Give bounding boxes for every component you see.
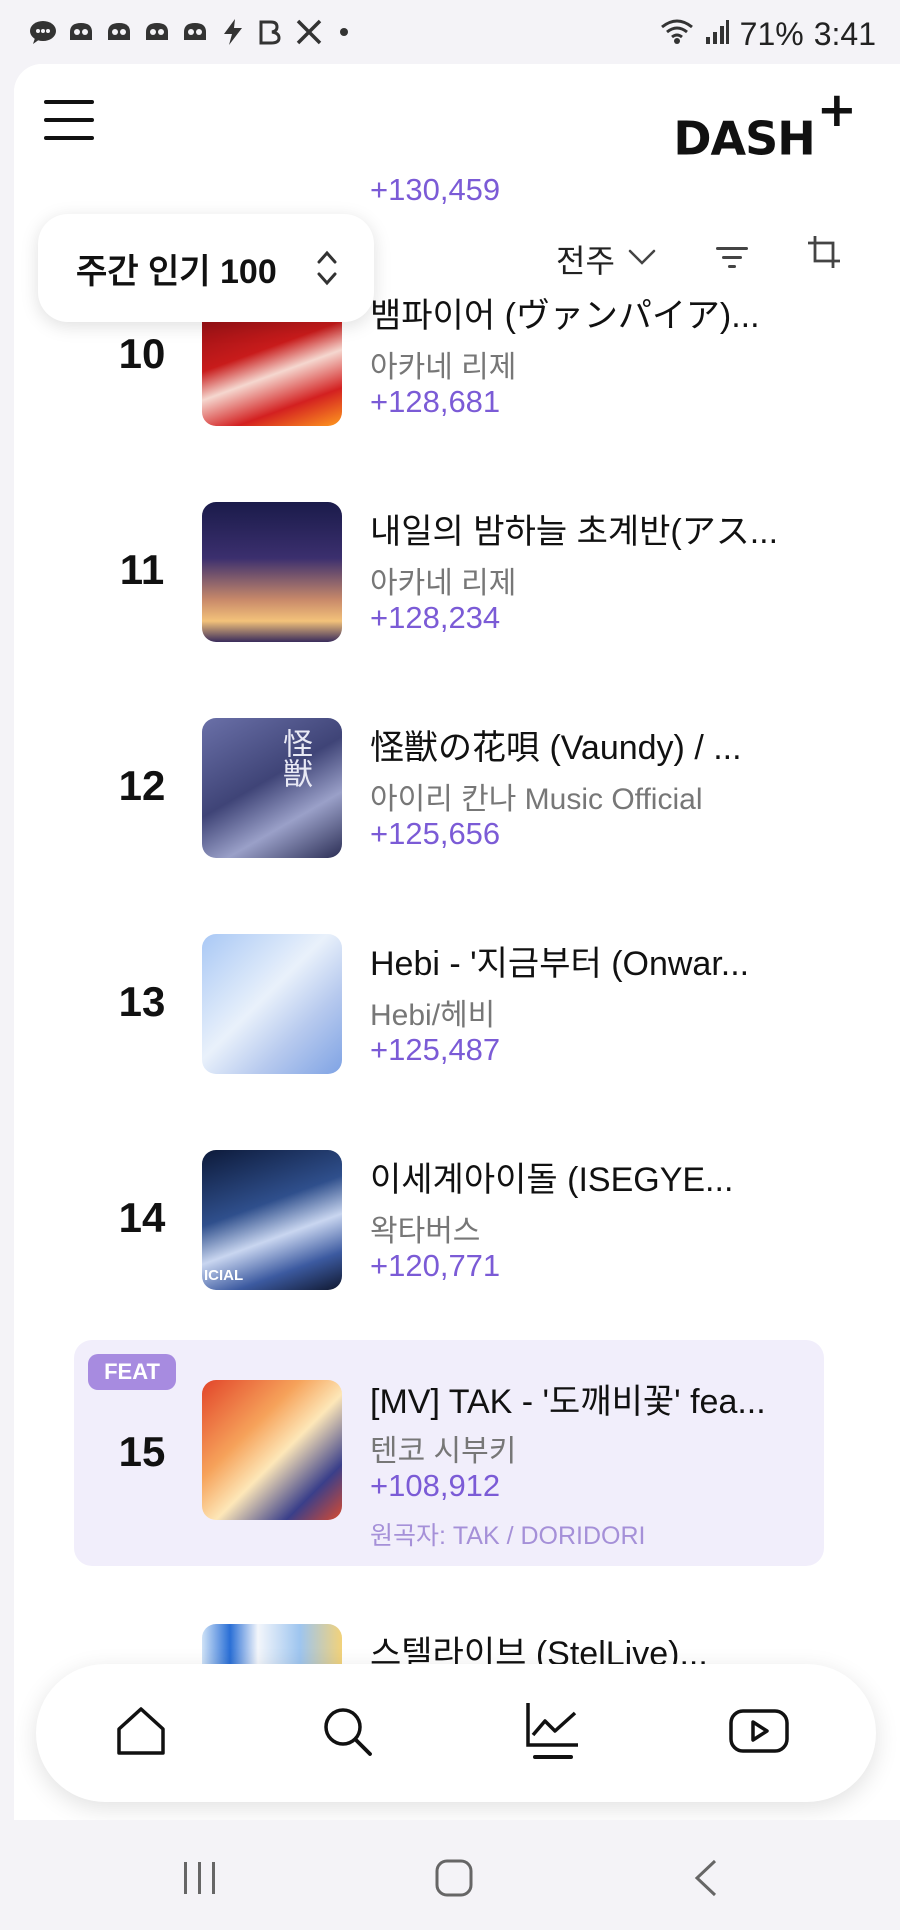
sort-updown-icon xyxy=(314,246,340,295)
recent-apps-button[interactable] xyxy=(170,1850,230,1910)
chart-type-dropdown[interactable]: 주간 인기 100 xyxy=(38,214,374,322)
view-count: +125,487 xyxy=(370,1032,501,1067)
bottom-navigation xyxy=(36,1664,876,1802)
thumbnail xyxy=(202,1380,342,1520)
notification-icons xyxy=(28,18,348,46)
view-count: +128,681 xyxy=(370,384,501,419)
artist-name: 아카네 리제 xyxy=(370,567,517,600)
artist-name: 아이리 칸나 Music Official xyxy=(370,783,703,816)
view-count: +120,771 xyxy=(370,1248,501,1283)
rank-number: 11 xyxy=(119,546,165,593)
filter-button[interactable] xyxy=(714,244,750,277)
system-navigation-bar xyxy=(0,1820,900,1930)
artist-name: Hebi/헤비 xyxy=(370,999,496,1032)
thumbnail xyxy=(202,934,342,1074)
rank-number: 15 xyxy=(118,1428,166,1475)
app-notification-icon xyxy=(180,18,210,46)
recent-apps-icon xyxy=(180,1860,220,1901)
back-button[interactable] xyxy=(676,1850,736,1910)
list-item[interactable]: 12 怪獣 怪獣の花唄 (Vaundy) / ... 아이리 칸나 Music … xyxy=(14,710,900,860)
song-title: 내일의 밤하늘 초계반(アス... xyxy=(370,513,779,551)
thumbnail-text: 怪獣 xyxy=(277,728,312,788)
rank-number: 10 xyxy=(118,330,166,377)
lightning-icon xyxy=(218,18,248,46)
home-square-icon xyxy=(434,1858,474,1903)
status-bar: 71% 3:41 xyxy=(0,0,900,64)
app-notification-icon xyxy=(142,18,172,46)
app-logo[interactable]: DASH+ xyxy=(673,82,857,165)
period-dropdown[interactable]: 전주 xyxy=(556,236,657,282)
view-count: +128,234 xyxy=(370,600,501,635)
filter-icon xyxy=(714,247,750,276)
song-title: Hebi - '지금부터 (Onwar... xyxy=(370,945,750,983)
app-window: +130,459 10 뱀파이어 (ヴァンパイア)... 아카네 리제 +128… xyxy=(14,64,900,1820)
list-item[interactable]: 11 내일의 밤하늘 초계반(アス... 아카네 리제 +128,234 xyxy=(14,494,900,644)
home-icon xyxy=(113,1703,169,1764)
menu-button[interactable] xyxy=(44,100,96,140)
chat-icon xyxy=(28,18,58,46)
hamburger-icon xyxy=(44,100,94,104)
wifi-icon xyxy=(660,16,694,53)
chevron-down-icon xyxy=(627,247,657,272)
crop-button[interactable] xyxy=(806,234,842,275)
chart-icon xyxy=(523,1699,583,1768)
back-icon xyxy=(691,1858,721,1903)
clock: 3:41 xyxy=(813,16,876,52)
status-right: 71% 3:41 xyxy=(660,16,876,53)
thumbnail xyxy=(202,502,342,642)
list-item-featured[interactable]: 15 [MV] TAK - '도깨비꽃' fea... 텐코 시부키 +108,… xyxy=(14,1360,900,1560)
nav-chart[interactable] xyxy=(518,1698,588,1768)
nav-search[interactable] xyxy=(312,1698,382,1768)
rank-number: 13 xyxy=(118,978,166,1025)
view-count: +108,912 xyxy=(370,1468,501,1503)
song-title: 뱀파이어 (ヴァンパイア)... xyxy=(370,297,760,335)
song-title: 이세계아이돌 (ISEGYE... xyxy=(370,1161,734,1199)
song-title: 怪獣の花唄 (Vaundy) / ... xyxy=(370,729,742,767)
view-count: +130,459 xyxy=(370,172,501,207)
more-notifications-dot-icon xyxy=(340,28,348,36)
home-button[interactable] xyxy=(424,1850,484,1910)
signal-icon xyxy=(704,16,730,53)
artist-name: 텐코 시부키 xyxy=(370,1435,517,1468)
battery-percent: 71% xyxy=(739,16,804,52)
search-icon xyxy=(319,1703,375,1764)
rank-number: 14 xyxy=(118,1194,166,1241)
composer-credit: 원곡자: TAK / DORIDORI xyxy=(370,1522,646,1550)
thumbnail-text: ICIAL xyxy=(204,1267,244,1284)
period-label: 전주 xyxy=(556,243,615,279)
nav-video[interactable] xyxy=(724,1698,794,1768)
list-item[interactable]: 14 ICIAL 이세계아이돌 (ISEGYE... 왁타버스 +120,771 xyxy=(14,1142,900,1292)
app-notification-icon xyxy=(104,18,134,46)
crop-icon xyxy=(806,236,842,274)
app-b-icon xyxy=(256,18,286,46)
thumbnail: 怪獣 xyxy=(202,718,342,858)
list-item[interactable]: 13 Hebi - '지금부터 (Onwar... Hebi/헤비 +125,4… xyxy=(14,926,900,1076)
artist-name: 왁타버스 xyxy=(370,1215,481,1248)
nav-home[interactable] xyxy=(106,1698,176,1768)
top-bar: DASH+ xyxy=(14,64,900,168)
chart-list[interactable]: +130,459 10 뱀파이어 (ヴァンパイア)... 아카네 리제 +128… xyxy=(14,64,900,1820)
view-count: +125,656 xyxy=(370,816,501,851)
song-title: [MV] TAK - '도깨비꽃' fea... xyxy=(370,1383,766,1421)
rank-number: 12 xyxy=(118,762,166,809)
app-notification-icon xyxy=(66,18,96,46)
artist-name: 아카네 리제 xyxy=(370,351,517,384)
video-icon xyxy=(728,1706,790,1761)
x-icon xyxy=(294,18,324,46)
chart-type-label: 주간 인기 100 xyxy=(76,252,277,291)
thumbnail: ICIAL xyxy=(202,1150,342,1290)
